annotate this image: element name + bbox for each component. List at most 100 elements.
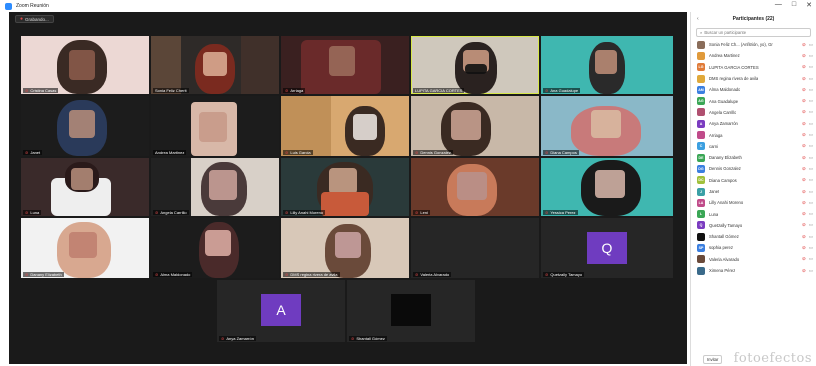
camera-icon[interactable]: ▭ bbox=[809, 143, 813, 149]
camera-icon[interactable]: ▭ bbox=[809, 132, 813, 138]
camera-icon[interactable]: ▭ bbox=[809, 222, 813, 228]
camera-icon[interactable]: ▭ bbox=[809, 64, 813, 70]
video-tile[interactable]: ⊘ Shantall Gómez bbox=[347, 280, 475, 342]
video-tile[interactable]: ⊘ Valeria Alvarado bbox=[411, 218, 539, 278]
video-tile[interactable]: ⊘ Luna bbox=[21, 158, 149, 216]
participant-row[interactable]: AG Ana Guadalupe ⊘ ▭ bbox=[691, 95, 816, 106]
participant-name: Luna bbox=[30, 210, 40, 215]
video-tile[interactable]: Q ⊘ Quetzally Tamayo bbox=[541, 218, 673, 278]
video-tile-active-speaker[interactable]: LUPITA GARCIA CORTES bbox=[411, 36, 539, 94]
camera-icon[interactable]: ▭ bbox=[809, 189, 813, 195]
participant-row[interactable]: Ximena Pérez ⊘ ▭ bbox=[691, 265, 816, 276]
video-tile[interactable]: ⊘ Angela Carrillo bbox=[151, 158, 279, 216]
camera-icon[interactable]: ▭ bbox=[809, 155, 813, 161]
camera-icon[interactable]: ▭ bbox=[809, 245, 813, 251]
mic-muted-icon[interactable]: ⊘ bbox=[802, 189, 806, 195]
mic-muted-icon[interactable]: ⊘ bbox=[802, 155, 806, 161]
video-tile[interactable]: ⊘ Yessica Perez bbox=[541, 158, 673, 216]
recording-indicator[interactable]: ● Grabando... bbox=[15, 15, 54, 23]
participant-row[interactable]: AM Alma Maldonado ⊘ ▭ bbox=[691, 84, 816, 95]
participant-row[interactable]: DE Danany Elizabeth ⊘ ▭ bbox=[691, 152, 816, 163]
camera-icon[interactable]: ▭ bbox=[809, 268, 813, 274]
participant-row[interactable]: DMS regina rivera de avila ⊘ ▭ bbox=[691, 73, 816, 84]
video-tile[interactable]: ⊘ Ana Guadalupe bbox=[541, 36, 673, 94]
mic-muted-icon[interactable]: ⊘ bbox=[802, 222, 806, 228]
mic-muted-icon[interactable]: ⊘ bbox=[802, 53, 806, 59]
camera-icon[interactable]: ▭ bbox=[809, 87, 813, 93]
participant-row[interactable]: Ccarni ⊘ ▭ bbox=[691, 141, 816, 152]
window-title: Zoom Reunión bbox=[16, 3, 49, 9]
camera-icon[interactable]: ▭ bbox=[809, 211, 813, 217]
participant-row[interactable]: Angela Carrillo ⊘ ▭ bbox=[691, 107, 816, 118]
participant-avatar: J bbox=[697, 187, 705, 196]
mic-muted-icon[interactable]: ⊘ bbox=[802, 132, 806, 138]
video-tile[interactable]: ⊘ Dennis Gonzalez bbox=[411, 96, 539, 156]
mic-muted-icon[interactable]: ⊘ bbox=[802, 98, 806, 104]
mic-muted-icon[interactable]: ⊘ bbox=[802, 245, 806, 251]
camera-icon[interactable]: ▭ bbox=[809, 42, 813, 48]
video-tile[interactable]: Andrea Martinez bbox=[151, 96, 279, 156]
participant-name: Valeria Alvarado bbox=[420, 272, 450, 277]
camera-icon[interactable]: ▭ bbox=[809, 177, 813, 183]
participant-row[interactable]: DC Diana Campos ⊘ ▭ bbox=[691, 175, 816, 186]
participant-row[interactable]: Arriaga ⊘ ▭ bbox=[691, 129, 816, 140]
camera-icon[interactable]: ▭ bbox=[809, 234, 813, 240]
mic-muted-icon[interactable]: ⊘ bbox=[802, 166, 806, 172]
camera-icon[interactable]: ▭ bbox=[809, 256, 813, 262]
participant-avatar: A bbox=[697, 119, 705, 128]
participant-row[interactable]: Shantall Gómez ⊘ ▭ bbox=[691, 231, 816, 242]
video-tile[interactable]: ⊘ Alma Maldonado bbox=[151, 218, 279, 278]
participant-row[interactable]: Sonia Feliz Ch... (Anfitrión, yo), Gr ⊘ ▭ bbox=[691, 39, 816, 50]
participant-row[interactable]: LA Lilly Anahi Moreno ⊘ ▭ bbox=[691, 197, 816, 208]
video-tile[interactable]: ⊘ Arriaga bbox=[281, 36, 409, 94]
video-tile[interactable]: Sonia Feliz Cherit bbox=[151, 36, 279, 94]
mic-muted-icon[interactable]: ⊘ bbox=[802, 234, 806, 240]
participant-row[interactable]: J Janet ⊘ ▭ bbox=[691, 186, 816, 197]
participant-row[interactable]: Q Quetzally Tamayo ⊘ ▭ bbox=[691, 220, 816, 231]
camera-icon[interactable]: ▭ bbox=[809, 53, 813, 59]
mic-muted-icon[interactable]: ⊘ bbox=[802, 87, 806, 93]
participant-avatar: Q bbox=[697, 221, 705, 230]
mic-muted-icon[interactable]: ⊘ bbox=[802, 256, 806, 262]
participant-row[interactable]: LG LUPITA GARCIA CORTES ⊘ ▭ bbox=[691, 62, 816, 73]
video-tile[interactable]: ⊘ Lilly Anahi Moreno bbox=[281, 158, 409, 216]
mic-muted-icon[interactable]: ⊘ bbox=[802, 177, 806, 183]
video-tile[interactable]: ⊘ Cristina Casas bbox=[21, 36, 149, 94]
camera-icon[interactable]: ▭ bbox=[809, 109, 813, 115]
chevron-left-icon[interactable]: ‹ bbox=[697, 16, 699, 22]
maximize-button[interactable]: □ bbox=[792, 1, 796, 9]
camera-icon[interactable]: ▭ bbox=[809, 200, 813, 206]
participant-search-input[interactable]: ⌕ Buscar un participante bbox=[696, 28, 811, 37]
mic-muted-icon[interactable]: ⊘ bbox=[802, 211, 806, 217]
mic-muted-icon[interactable]: ⊘ bbox=[802, 143, 806, 149]
video-tile[interactable]: ⊘ Janet bbox=[21, 96, 149, 156]
participant-row[interactable]: L Luna ⊘ ▭ bbox=[691, 208, 816, 219]
mic-muted-icon[interactable]: ⊘ bbox=[802, 42, 806, 48]
mic-muted-icon[interactable]: ⊘ bbox=[802, 64, 806, 70]
participant-avatar bbox=[697, 232, 705, 241]
camera-icon[interactable]: ▭ bbox=[809, 98, 813, 104]
mic-muted-icon[interactable]: ⊘ bbox=[802, 268, 806, 274]
video-tile[interactable]: ⊘ Diana Campos bbox=[541, 96, 673, 156]
close-button[interactable]: ✕ bbox=[806, 1, 812, 9]
participant-row[interactable]: DG Dennis Gonzalez ⊘ ▭ bbox=[691, 163, 816, 174]
camera-icon[interactable]: ▭ bbox=[809, 166, 813, 172]
video-tile[interactable]: A ⊘ Anya Zamarrón bbox=[217, 280, 345, 342]
participant-row[interactable]: Andrea Martinez ⊘ ▭ bbox=[691, 50, 816, 61]
camera-icon[interactable]: ▭ bbox=[809, 121, 813, 127]
video-tile[interactable]: ⊘ Danany Elizabeth bbox=[21, 218, 149, 278]
video-tile[interactable]: ⊘ Leni bbox=[411, 158, 539, 216]
mic-muted-icon[interactable]: ⊘ bbox=[802, 200, 806, 206]
participant-row[interactable]: Valeria Alvarado ⊘ ▭ bbox=[691, 254, 816, 265]
participant-row[interactable]: SP sophia perez ⊘ ▭ bbox=[691, 242, 816, 253]
video-tile[interactable]: ⊘ Luis Garcia bbox=[281, 96, 409, 156]
mic-muted-icon[interactable]: ⊘ bbox=[802, 76, 806, 82]
video-tile[interactable]: ⊘ DMS regina rivera de avila bbox=[281, 218, 409, 278]
invite-button[interactable]: Invitar bbox=[703, 354, 723, 364]
participant-row[interactable]: A Anya Zamarrón ⊘ ▭ bbox=[691, 118, 816, 129]
mic-muted-icon[interactable]: ⊘ bbox=[802, 121, 806, 127]
minimize-button[interactable]: — bbox=[775, 1, 782, 9]
mic-muted-icon[interactable]: ⊘ bbox=[802, 109, 806, 115]
camera-icon[interactable]: ▭ bbox=[809, 76, 813, 82]
search-icon: ⌕ bbox=[700, 30, 703, 35]
